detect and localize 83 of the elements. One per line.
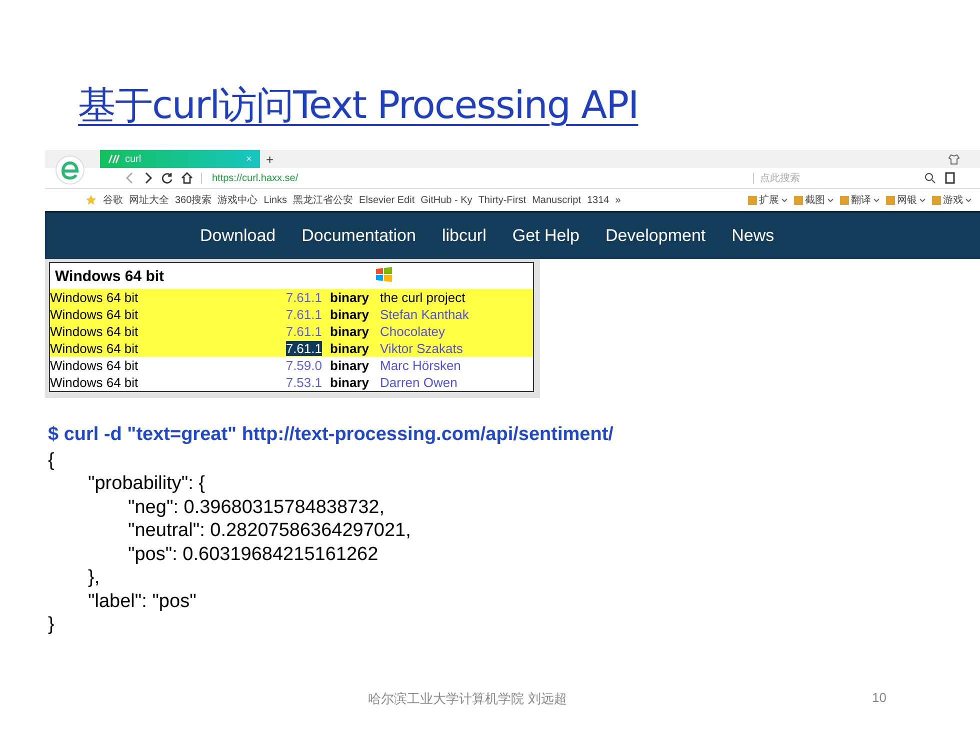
tool-icon: [886, 196, 895, 204]
bookmark-link[interactable]: Manuscript: [532, 194, 581, 206]
version-link[interactable]: 7.61.1: [286, 324, 322, 339]
bookmark-link[interactable]: 360搜索: [175, 193, 212, 207]
caret-icon: [965, 198, 972, 202]
version-link[interactable]: 7.61.1: [286, 290, 322, 305]
toolbar-menu[interactable]: 游戏: [932, 193, 972, 207]
home-icon[interactable]: [181, 172, 193, 184]
nav-link[interactable]: Download: [200, 226, 276, 246]
code-line: {: [48, 448, 56, 472]
version-link[interactable]: 7.53.1: [286, 375, 322, 390]
bookmark-link[interactable]: 谷歌: [103, 193, 123, 207]
tool-icon: [840, 196, 849, 204]
version-link[interactable]: 7.61.1: [286, 341, 322, 356]
bookmark-link[interactable]: Elsevier Edit: [359, 194, 415, 206]
command-line: $ curl -d "text=great" http://text-processing.com/api/sentiment/: [48, 423, 614, 446]
code-line: "pos": 0.60319684215161262: [128, 542, 380, 566]
toolbar-menu[interactable]: 翻译: [840, 193, 880, 207]
table-cell-text: Windows 64 bit: [50, 289, 140, 306]
bookmark-link[interactable]: 1314: [587, 194, 610, 206]
table-cell-text: binary: [330, 289, 370, 306]
bookmark-link[interactable]: 黑龙江省公安: [293, 193, 354, 207]
search-field[interactable]: 点此搜索: [753, 172, 916, 184]
reload-icon[interactable]: [161, 172, 173, 184]
code-line: "label": "pos": [88, 590, 198, 613]
bookmark-link[interactable]: 游戏中心: [218, 193, 258, 207]
star-icon[interactable]: [85, 194, 97, 206]
nav-link[interactable]: Documentation: [302, 226, 416, 246]
nav-link[interactable]: Development: [605, 226, 706, 246]
table-cell: the curl project: [380, 289, 466, 306]
page-number: 10: [872, 690, 886, 705]
curl-logo-icon: [108, 154, 120, 164]
caret-icon: [827, 198, 834, 202]
table-cell-text: binary: [330, 306, 370, 323]
provider-link[interactable]: Chocolatey: [380, 323, 446, 340]
table-cell-text: Windows 64 bit: [50, 374, 140, 391]
bookmark-link[interactable]: 网址大全: [129, 193, 169, 207]
toolbar-menu[interactable]: 扩展: [748, 193, 788, 207]
nav-link[interactable]: News: [732, 226, 774, 246]
bookmark-link[interactable]: GitHub - Ky: [420, 194, 472, 206]
table-cell-text: Windows 64 bit: [50, 323, 140, 340]
table-cell-text: Windows 64 bit: [50, 306, 140, 323]
version-link[interactable]: 7.61.1: [286, 307, 322, 322]
table-heading: Windows 64 bit: [55, 268, 164, 284]
browser-logo-icon: [55, 155, 85, 185]
table-cell-text: binary: [330, 374, 370, 391]
provider-link[interactable]: Stefan Kanthak: [380, 306, 469, 323]
bookmark-link[interactable]: »: [615, 194, 621, 206]
forward-icon[interactable]: [143, 172, 153, 184]
code-line: }: [48, 613, 56, 636]
table-cell-text: Windows 64 bit: [50, 357, 140, 374]
bookmark-link[interactable]: Thirty-First: [478, 194, 526, 206]
toolbar-menu[interactable]: 网银: [886, 193, 926, 207]
nav-link[interactable]: libcurl: [442, 226, 486, 246]
shirt-icon[interactable]: [948, 153, 960, 165]
bookmark-link[interactable]: Links: [264, 194, 288, 206]
code-line: "probability": {: [88, 472, 206, 496]
tool-icon: [932, 196, 941, 204]
tool-icon: [794, 196, 803, 204]
code-line: "neg": 0.39680315784838732,: [128, 496, 386, 519]
tool-icon: [748, 196, 757, 204]
tablet-icon[interactable]: [944, 172, 956, 184]
table-cell-text: Windows 64 bit: [50, 340, 140, 357]
version-link[interactable]: 7.59.0: [286, 358, 322, 373]
toolbar-menu[interactable]: 截图: [794, 193, 834, 207]
footer-text: 哈尔滨工业大学计算机学院 刘远超: [368, 691, 568, 708]
table-cell-text: binary: [330, 357, 370, 374]
caret-icon: [781, 198, 788, 202]
caret-icon: [919, 198, 926, 202]
provider-link[interactable]: Marc Hörsken: [380, 357, 461, 374]
search-icon[interactable]: [924, 172, 936, 184]
new-tab-button[interactable]: +: [266, 152, 274, 166]
caret-icon: [873, 198, 880, 202]
nav-link[interactable]: Get Help: [512, 226, 580, 246]
provider-link[interactable]: Viktor Szakats: [380, 340, 463, 357]
table-cell-text: binary: [330, 340, 370, 357]
slide-title: 基于curl访问Text Processing API: [77, 82, 640, 129]
code-line: },: [88, 566, 101, 590]
windows-flag-icon: [375, 266, 393, 284]
address-field[interactable]: https://curl.haxx.se/: [201, 172, 298, 184]
provider-link[interactable]: Darren Owen: [380, 374, 458, 391]
table-cell-text: binary: [330, 323, 370, 340]
code-line: "neutral": 0.28207586364297021,: [128, 519, 412, 542]
